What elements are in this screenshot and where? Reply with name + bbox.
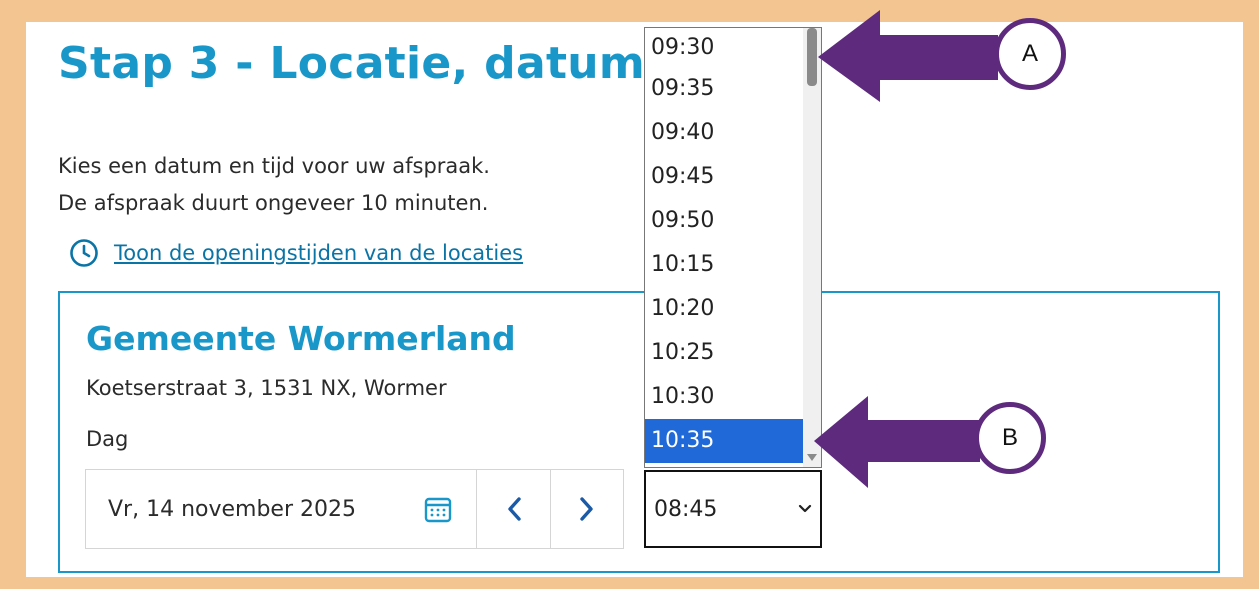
time-option[interactable]: 10:30 [645,375,821,419]
annotation-badge-b: B [974,402,1046,474]
opening-hours-link-label[interactable]: Toon de openingstijden van de locaties [114,241,523,265]
time-option[interactable]: 10:20 [645,287,821,331]
day-label: Dag [86,427,129,451]
date-value: Vr, 14 november 2025 [108,496,356,522]
clock-icon [70,239,98,267]
scrollbar-thumb[interactable] [807,28,817,86]
time-option[interactable]: 10:25 [645,331,821,375]
annotation-label-b: B [1001,424,1018,451]
intro-text: Kies een datum en tijd voor uw afspraak.… [58,148,490,222]
annotation-arrow-b [814,396,980,488]
time-option[interactable]: 09:35 [645,67,821,111]
date-picker-group: Vr, 14 november 2025 [85,469,624,549]
time-option[interactable]: 09:30 [645,28,821,67]
time-option[interactable]: 09:50 [645,199,821,243]
time-options-listbox[interactable]: 09:30 09:35 09:40 09:45 09:50 10:15 10:2… [644,27,822,468]
time-select[interactable]: 08:45 [644,470,822,548]
chevron-down-icon [798,504,812,513]
location-address: Koetserstraat 3, 1531 NX, Wormer [86,376,447,400]
previous-day-button[interactable] [477,470,550,548]
date-field[interactable]: Vr, 14 november 2025 [86,470,477,548]
chevron-right-icon [580,497,593,521]
opening-hours-link[interactable]: Toon de openingstijden van de locaties [68,237,523,269]
chevron-left-icon [507,497,521,521]
intro-line-2: De afspraak duurt ongeveer 10 minuten. [58,191,489,215]
annotation-arrow-a [818,10,998,102]
location-card: Gemeente Wormerland Koetserstraat 3, 153… [58,291,1220,573]
next-day-button[interactable] [550,470,623,548]
intro-line-1: Kies een datum en tijd voor uw afspraak. [58,154,490,178]
location-name: Gemeente Wormerland [86,319,516,358]
time-option[interactable]: 09:40 [645,111,821,155]
time-option[interactable]: 09:45 [645,155,821,199]
time-option-highlighted[interactable]: 10:35 [645,419,821,463]
annotation-badge-a: A [994,18,1066,90]
appointment-page: Stap 3 - Locatie, datum en tijd Kies een… [26,22,1243,577]
time-option[interactable]: 10:15 [645,243,821,287]
annotation-label-a: A [1021,40,1038,67]
time-select-value: 08:45 [654,496,718,522]
calendar-icon[interactable] [422,493,454,525]
